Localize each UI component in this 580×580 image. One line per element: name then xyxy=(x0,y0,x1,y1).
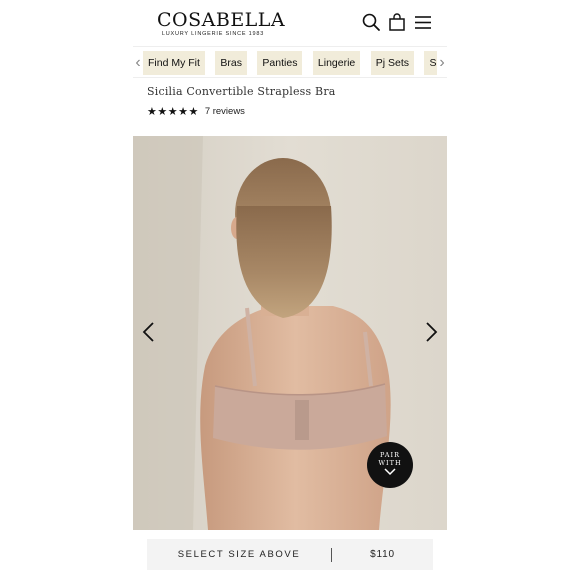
pair-with-button[interactable]: PAIR WITH xyxy=(367,442,413,488)
pair-with-line2: WITH xyxy=(378,459,402,467)
category-find-my-fit[interactable]: Find My Fit xyxy=(143,51,205,75)
site-header: COSABELLA LUXURY LINGERIE SINCE 1983 xyxy=(133,0,447,46)
product-title: Sicilia Convertible Strapless Bra xyxy=(147,85,336,98)
gallery-next-arrow-icon[interactable] xyxy=(423,321,439,343)
bag-icon[interactable] xyxy=(387,12,407,32)
chevron-right-icon[interactable]: › xyxy=(436,54,447,72)
chevron-down-icon xyxy=(384,468,396,476)
product-rating[interactable]: ★★★★★ 7 reviews xyxy=(147,105,245,119)
search-icon[interactable] xyxy=(361,12,381,32)
star-rating-icon: ★★★★★ xyxy=(147,106,199,118)
gallery-prev-arrow-icon[interactable] xyxy=(141,321,157,343)
brand-logo[interactable]: COSABELLA LUXURY LINGERIE SINCE 1983 xyxy=(157,9,286,38)
product-gallery[interactable]: PAIR WITH xyxy=(133,136,447,530)
category-nav: ‹ Find My Fit Bras Panties Lingerie Pj S… xyxy=(133,46,447,78)
price-label: $110 xyxy=(370,549,395,560)
category-bras[interactable]: Bras xyxy=(215,51,247,75)
select-size-label[interactable]: SELECT SIZE ABOVE xyxy=(147,549,331,560)
add-to-bag-bar[interactable]: SELECT SIZE ABOVE $110 xyxy=(147,539,433,570)
reviews-link[interactable]: 7 reviews xyxy=(205,105,245,119)
category-panties[interactable]: Panties xyxy=(257,51,303,75)
menu-icon[interactable] xyxy=(413,12,433,32)
logo-wordmark: COSABELLA xyxy=(157,9,286,31)
category-track: Find My Fit Bras Panties Lingerie Pj Set… xyxy=(143,51,437,75)
category-lingerie[interactable]: Lingerie xyxy=(312,51,361,75)
logo-tagline: LUXURY LINGERIE SINCE 1983 xyxy=(161,31,265,37)
pair-with-line1: PAIR xyxy=(380,451,400,459)
category-pj-sets[interactable]: Pj Sets xyxy=(370,51,414,75)
